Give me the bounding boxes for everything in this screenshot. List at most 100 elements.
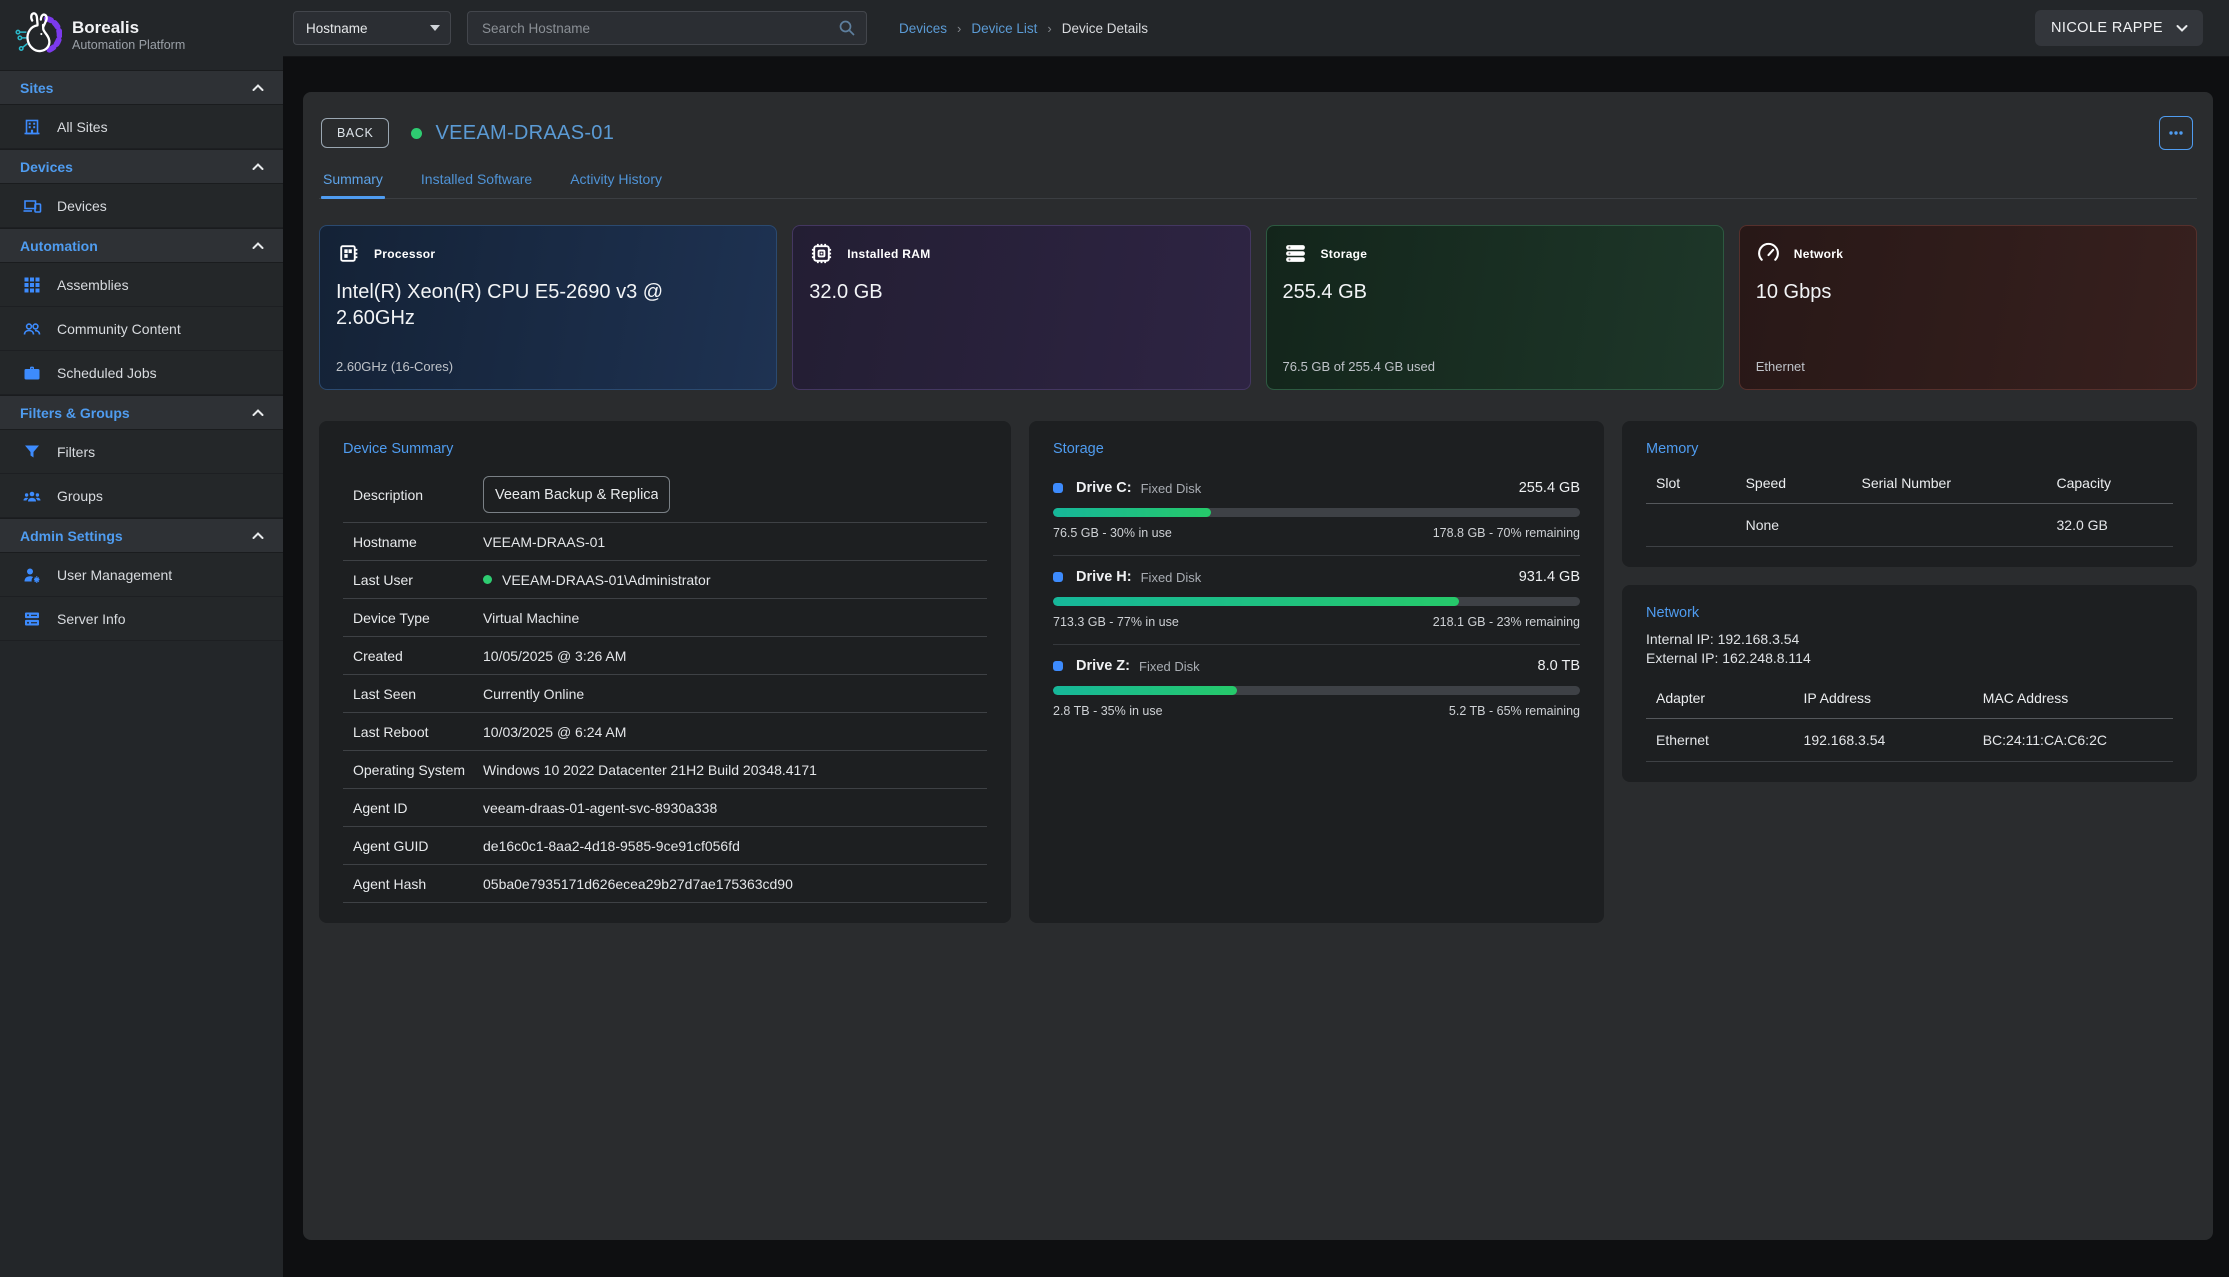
col-adapter: Adapter <box>1646 690 1794 706</box>
sidebar-item-scheduled-jobs[interactable]: Scheduled Jobs <box>0 351 283 395</box>
detail-panels: Device Summary Description Hostname VEEA… <box>319 421 2197 923</box>
back-button[interactable]: BACK <box>321 118 389 148</box>
sidebar-item-label: User Management <box>57 567 172 583</box>
stat-card-sub: 76.5 GB of 255.4 GB used <box>1283 359 1707 374</box>
col-slot: Slot <box>1646 475 1736 491</box>
breadcrumb-devices[interactable]: Devices <box>899 21 947 36</box>
drive-free-text: 178.8 GB - 70% remaining <box>1433 526 1580 540</box>
drive-bullet-icon <box>1053 483 1063 493</box>
row-value: Windows 10 2022 Datacenter 21H2 Build 20… <box>483 762 817 778</box>
ellipsis-icon <box>2167 124 2185 142</box>
summary-row-agent-guid: Agent GUID de16c0c1-8aa2-4d18-9585-9ce91… <box>343 827 987 865</box>
stat-card-sub: Ethernet <box>1756 359 2180 374</box>
panel-title: Network <box>1646 605 2173 621</box>
stat-card-value: 255.4 GB <box>1283 279 1643 305</box>
breadcrumb-separator: › <box>1047 21 1051 36</box>
col-capacity: Capacity <box>2047 475 2173 491</box>
row-label: Last Seen <box>343 686 483 702</box>
row-value: 10/03/2025 @ 6:24 AM <box>483 724 626 740</box>
ram-chip-icon <box>809 241 834 266</box>
row-label: Description <box>343 487 483 503</box>
chevron-up-icon <box>251 406 265 420</box>
sidebar-item-community-content[interactable]: Community Content <box>0 307 283 351</box>
building-icon <box>22 117 42 137</box>
sidebar-item-label: Community Content <box>57 321 181 337</box>
section-label: Devices <box>20 159 73 175</box>
sidebar-item-all-sites[interactable]: All Sites <box>0 105 283 149</box>
disk-stack-icon <box>1283 241 1308 266</box>
more-actions-button[interactable] <box>2159 116 2193 150</box>
sidebar-section-admin-settings[interactable]: Admin Settings <box>0 518 283 553</box>
row-label: Hostname <box>343 534 483 550</box>
chevron-up-icon <box>251 529 265 543</box>
groups-icon <box>22 486 42 506</box>
grid-icon <box>22 275 42 295</box>
sidebar-item-filters[interactable]: Filters <box>0 430 283 474</box>
drive-free-text: 5.2 TB - 65% remaining <box>1449 704 1580 718</box>
sidebar: Borealis Automation Platform Sites All S… <box>0 0 283 1277</box>
sidebar-item-label: Groups <box>57 488 103 504</box>
row-value: Virtual Machine <box>483 610 579 626</box>
tab-installed-software[interactable]: Installed Software <box>421 171 532 198</box>
summary-row-device-type: Device Type Virtual Machine <box>343 599 987 637</box>
row-value: 10/05/2025 @ 3:26 AM <box>483 648 626 664</box>
sidebar-item-label: Devices <box>57 198 107 214</box>
sidebar-item-label: All Sites <box>57 119 108 135</box>
search-field-selected: Hostname <box>306 21 368 36</box>
chevron-up-icon <box>251 81 265 95</box>
people-icon <box>22 319 42 339</box>
memory-table-row: None 32.0 GB <box>1646 504 2173 547</box>
row-label: Last Reboot <box>343 724 483 740</box>
device-tabs: Summary Installed Software Activity Hist… <box>319 171 2197 199</box>
stat-card-value: 32.0 GB <box>809 279 1169 305</box>
drive-name: Drive C: <box>1076 480 1132 496</box>
filter-icon <box>22 442 42 462</box>
sidebar-section-sites[interactable]: Sites <box>0 70 283 105</box>
drive-used-text: 713.3 GB - 77% in use <box>1053 615 1179 629</box>
internal-ip: Internal IP: 192.168.3.54 <box>1646 631 2173 647</box>
sidebar-item-devices[interactable]: Devices <box>0 184 283 228</box>
drive-size: 255.4 GB <box>1519 480 1580 496</box>
sidebar-section-automation[interactable]: Automation <box>0 228 283 263</box>
stat-card-sub <box>809 359 1233 374</box>
search-field-select[interactable]: Hostname <box>293 11 451 45</box>
row-value: 05ba0e7935171d626ecea29b27d7ae175363cd90 <box>483 876 793 892</box>
sidebar-section-filters-groups[interactable]: Filters & Groups <box>0 395 283 430</box>
tab-activity-history[interactable]: Activity History <box>570 171 662 198</box>
section-label: Filters & Groups <box>20 405 130 421</box>
sidebar-item-groups[interactable]: Groups <box>0 474 283 518</box>
cell-ip-address: 192.168.3.54 <box>1794 732 1973 748</box>
user-menu[interactable]: NICOLE RAPPE <box>2035 10 2203 46</box>
row-value: Currently Online <box>483 686 584 702</box>
sidebar-item-label: Assemblies <box>57 277 129 293</box>
col-serial-number: Serial Number <box>1852 475 2047 491</box>
tab-summary[interactable]: Summary <box>323 171 383 198</box>
sidebar-item-user-management[interactable]: User Management <box>0 553 283 597</box>
panel-title: Memory <box>1646 441 2173 457</box>
storage-panel: Storage Drive C: Fixed Disk 255.4 GB 76.… <box>1029 421 1604 923</box>
breadcrumb-device-list[interactable]: Device List <box>971 21 1037 36</box>
sidebar-item-label: Server Info <box>57 611 125 627</box>
stat-card-value: 10 Gbps <box>1756 279 2116 305</box>
stat-card-sub: 2.60GHz (16-Cores) <box>336 359 760 374</box>
stat-card-network: Network 10 Gbps Ethernet <box>1739 225 2197 390</box>
drive-usage-bar <box>1053 597 1580 606</box>
col-speed: Speed <box>1736 475 1852 491</box>
main-area: BACK VEEAM-DRAAS-01 Summary Installed So… <box>283 57 2229 1277</box>
sidebar-section-devices[interactable]: Devices <box>0 149 283 184</box>
summary-row-last-seen: Last Seen Currently Online <box>343 675 987 713</box>
search-input[interactable] <box>480 20 838 37</box>
row-value: VEEAM-DRAAS-01 <box>483 534 605 550</box>
summary-row-last-reboot: Last Reboot 10/03/2025 @ 6:24 AM <box>343 713 987 751</box>
section-label: Admin Settings <box>20 528 123 544</box>
sidebar-item-server-info[interactable]: Server Info <box>0 597 283 641</box>
row-label: Operating System <box>343 762 483 778</box>
description-input[interactable] <box>483 476 670 513</box>
summary-row-agent-hash: Agent Hash 05ba0e7935171d626ecea29b27d7a… <box>343 865 987 903</box>
sidebar-item-assemblies[interactable]: Assemblies <box>0 263 283 307</box>
panel-title: Device Summary <box>343 441 987 457</box>
brand: Borealis Automation Platform <box>0 0 283 70</box>
stat-card-installed-ram: Installed RAM 32.0 GB <box>792 225 1250 390</box>
network-table-row: Ethernet 192.168.3.54 BC:24:11:CA:C6:2C <box>1646 719 2173 762</box>
chevron-up-icon <box>251 239 265 253</box>
